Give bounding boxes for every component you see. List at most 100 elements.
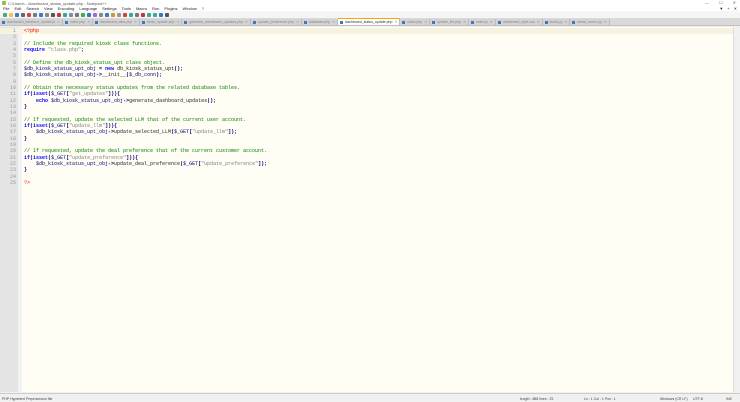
tab-label: dashboard_tabs.php: [100, 20, 133, 24]
tab-close-icon[interactable]: ✕: [424, 20, 427, 24]
file-icon: [142, 20, 145, 24]
toolbar-button[interactable]: [165, 12, 169, 17]
file-icon: [544, 20, 548, 24]
status-bar: PHP Hypertext Preprocessor file length :…: [0, 393, 740, 402]
toolbar-button[interactable]: [105, 12, 109, 17]
tab-label: index.php: [70, 20, 86, 24]
tab-close-icon[interactable]: ✕: [296, 20, 299, 24]
status-eol: Windows (CR LF): [660, 397, 688, 401]
toolbar-button[interactable]: [159, 12, 163, 17]
file-icon: [304, 20, 307, 24]
toolbar-button[interactable]: [9, 12, 13, 17]
tab-close-icon[interactable]: ✕: [176, 20, 179, 24]
toolbar-button[interactable]: [99, 12, 103, 17]
tab-index-js[interactable]: index.js ✕: [469, 19, 496, 25]
tab-label: update_llm.php: [437, 20, 462, 24]
tab-label: generate_dashboard_updates.php: [189, 20, 243, 24]
tab-label: kiosk.py: [549, 20, 563, 24]
toolbar: [0, 11, 740, 18]
toolbar-button[interactable]: [39, 12, 43, 17]
tab-close-icon[interactable]: ✕: [245, 20, 248, 24]
tab-close-icon[interactable]: ✕: [332, 20, 335, 24]
toolbar-button[interactable]: [15, 12, 19, 17]
minimize-button[interactable]: —: [705, 0, 709, 5]
tab-close-icon[interactable]: ✕: [394, 20, 397, 24]
toolbar-button[interactable]: [129, 12, 133, 17]
toolbar-button[interactable]: [57, 12, 61, 17]
tab-dashboard-tabs-php[interactable]: dashboard_tabs.php ✕: [93, 19, 140, 25]
line-number: 25: [9, 179, 16, 186]
tab-close-icon[interactable]: ✕: [57, 20, 60, 24]
tab-label: update_preference.php: [257, 20, 295, 24]
file-icon: [497, 20, 501, 24]
tab-close-icon[interactable]: ✕: [490, 20, 493, 24]
window-title: C:\Users\...\dashboard_status_update.php…: [8, 0, 107, 6]
code-line: 25 ?>: [0, 180, 733, 186]
tab-dashboard-status-update-php[interactable]: dashboard_status_update.php ✕: [338, 18, 401, 25]
file-icon: [252, 20, 256, 24]
maximize-button[interactable]: ☐: [719, 0, 723, 5]
tab-generate-dashboard-updates-php[interactable]: generate_dashboard_updates.php ✕: [182, 19, 251, 25]
file-icon: [432, 20, 436, 24]
toolbar-button[interactable]: [123, 12, 127, 17]
tab-index-php[interactable]: index.php ✕: [63, 19, 94, 25]
code-editor[interactable]: 1 <?php 2 3// Include the required kiosk cl…: [0, 27, 733, 392]
tab-dashboard-interface-update-js[interactable]: dashboard_interface_update.js ✕: [0, 19, 64, 25]
tab-bar: dashboard_interface_update.js ✕ index.php ✕…: [0, 18, 740, 26]
tab-close-icon[interactable]: ✕: [604, 20, 607, 24]
status-encoding: UTF-8: [693, 397, 703, 401]
status-position: Ln : 1 Col : 1 Pos : 1: [584, 397, 616, 401]
status-mode: INS: [726, 397, 732, 401]
file-icon: [2, 20, 5, 24]
tab-close-icon[interactable]: ✕: [134, 20, 137, 24]
file-icon: [471, 20, 474, 24]
file-icon: [95, 20, 99, 24]
status-file-type: PHP Hypertext Preprocessor file: [2, 397, 53, 401]
tab-close-icon[interactable]: ✕: [463, 20, 466, 24]
tab-label: dashboard_status_update.php: [345, 20, 393, 24]
tab-label: kiosk_update.php: [147, 20, 175, 24]
toolbar-button[interactable]: [141, 12, 145, 17]
vertical-scrollbar[interactable]: [733, 27, 740, 392]
toolbar-button[interactable]: [63, 12, 67, 17]
tab-update-preference-php[interactable]: update_preference.php ✕: [250, 19, 302, 25]
toolbar-button[interactable]: [21, 12, 25, 17]
tab-kiosk-update-php[interactable]: kiosk_update.php ✕: [140, 19, 183, 25]
tab-close-icon[interactable]: ✕: [87, 20, 90, 24]
file-icon: [402, 20, 406, 24]
tab-label: database.php: [309, 20, 331, 24]
tab-kiosk-py[interactable]: kiosk.py ✕: [542, 19, 571, 25]
tab-label: index.js: [476, 20, 488, 24]
status-length: length : 888 lines : 25: [520, 397, 554, 401]
toolbar-button[interactable]: [153, 12, 157, 17]
toolbar-button[interactable]: [147, 12, 151, 17]
file-icon: [572, 20, 576, 24]
tab-class-php[interactable]: class.php ✕: [400, 19, 431, 25]
toolbar-button[interactable]: [75, 12, 79, 17]
close-button[interactable]: ✕: [733, 0, 736, 5]
tab-label: serial_comm.py: [577, 20, 602, 24]
tab-label: class.php: [407, 20, 423, 24]
tab-database-php[interactable]: database.php ✕: [302, 19, 339, 25]
toolbar-button[interactable]: [69, 12, 73, 17]
tab-close-icon[interactable]: ✕: [564, 20, 567, 24]
toolbar-button[interactable]: [45, 12, 49, 17]
toolbar-button[interactable]: [117, 12, 121, 17]
toolbar-button[interactable]: [33, 12, 37, 17]
toolbar-button[interactable]: [93, 12, 97, 17]
tab-serial-comm-py[interactable]: serial_comm.py ✕: [570, 19, 610, 25]
toolbar-button[interactable]: [87, 12, 91, 17]
tab-close-icon[interactable]: ✕: [537, 20, 540, 24]
tab-dashboard-style-css[interactable]: dashboard_style.css ✕: [495, 19, 543, 25]
file-icon: [340, 20, 344, 24]
toolbar-button[interactable]: [51, 12, 55, 17]
file-icon: [65, 20, 69, 24]
tab-label: dashboard_style.css: [502, 20, 535, 24]
toolbar-button[interactable]: [135, 12, 139, 17]
toolbar-button[interactable]: [111, 12, 115, 17]
tab-label: dashboard_interface_update.js: [7, 20, 56, 24]
toolbar-button[interactable]: [27, 12, 31, 17]
toolbar-button[interactable]: [3, 12, 7, 17]
toolbar-button[interactable]: [81, 12, 85, 17]
tab-update-llm-php[interactable]: update_llm.php ✕: [430, 19, 469, 25]
